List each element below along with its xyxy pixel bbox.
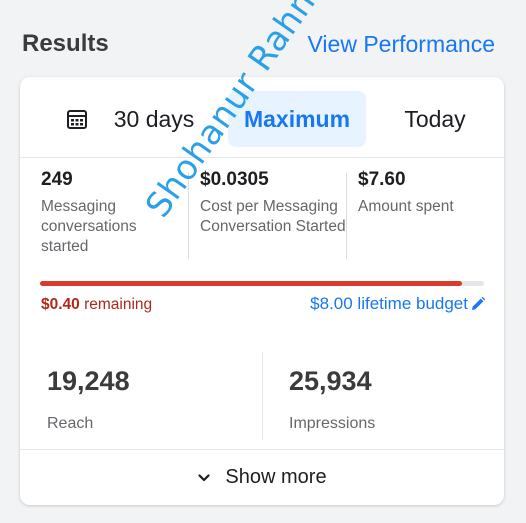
tab-maximum[interactable]: Maximum bbox=[228, 91, 366, 147]
budget-remaining: $0.40 remaining bbox=[41, 296, 152, 314]
budget-progress-bar bbox=[40, 281, 484, 286]
metric-cost-per-conversation: $0.0305 Cost per Messaging Conversation … bbox=[200, 169, 350, 237]
show-more-button[interactable]: Show more bbox=[20, 450, 504, 505]
lifetime-budget-label: $8.00 lifetime budget bbox=[310, 294, 468, 313]
date-range-tabs: 30 days Maximum Today bbox=[20, 77, 504, 158]
metric-divider bbox=[188, 173, 189, 259]
stat-label: Impressions bbox=[289, 415, 376, 432]
stat-divider bbox=[262, 352, 263, 440]
tab-maximum-label: Maximum bbox=[243, 105, 351, 132]
metric-value: $0.0305 bbox=[200, 169, 269, 190]
show-more-label: Show more bbox=[225, 466, 327, 488]
metric-label: Cost per Messaging Conversation Started bbox=[200, 198, 346, 235]
metric-label: Amount spent bbox=[358, 198, 454, 215]
stat-label: Reach bbox=[47, 415, 94, 432]
results-title: Results bbox=[22, 30, 109, 57]
view-performance-link[interactable]: View Performance bbox=[308, 31, 496, 58]
metric-value: $7.60 bbox=[358, 169, 406, 190]
metric-conversations: 249 Messaging conversations started bbox=[41, 169, 181, 257]
tab-30-days-label: 30 days bbox=[113, 105, 195, 132]
stat-impressions: 25,934 Impressions bbox=[289, 366, 375, 433]
metric-value: 249 bbox=[41, 169, 73, 190]
tab-today-label: Today bbox=[404, 105, 466, 132]
metrics-row: 249 Messaging conversations started $0.0… bbox=[20, 169, 504, 259]
calendar-icon bbox=[66, 110, 87, 129]
results-header: Results View Performance bbox=[0, 0, 526, 80]
stat-value: 25,934 bbox=[289, 366, 372, 396]
stat-reach: 19,248 Reach bbox=[47, 366, 130, 433]
chevron-down-icon bbox=[198, 473, 211, 481]
pencil-icon bbox=[472, 296, 486, 310]
metric-divider bbox=[346, 173, 347, 259]
metric-amount-spent: $7.60 Amount spent bbox=[358, 169, 488, 217]
lifetime-budget-link[interactable]: $8.00 lifetime budget bbox=[310, 294, 486, 314]
budget-remaining-text: remaining bbox=[84, 296, 153, 313]
metric-label: Messaging conversations started bbox=[41, 198, 137, 255]
tab-30-days[interactable]: 30 days bbox=[40, 91, 220, 147]
tab-today[interactable]: Today bbox=[380, 91, 490, 147]
budget-progress-fill bbox=[40, 281, 462, 286]
results-card: 30 days Maximum Today 249 Messaging conv… bbox=[20, 77, 504, 505]
budget-remaining-amount: $0.40 bbox=[41, 296, 80, 313]
stat-value: 19,248 bbox=[47, 366, 130, 396]
